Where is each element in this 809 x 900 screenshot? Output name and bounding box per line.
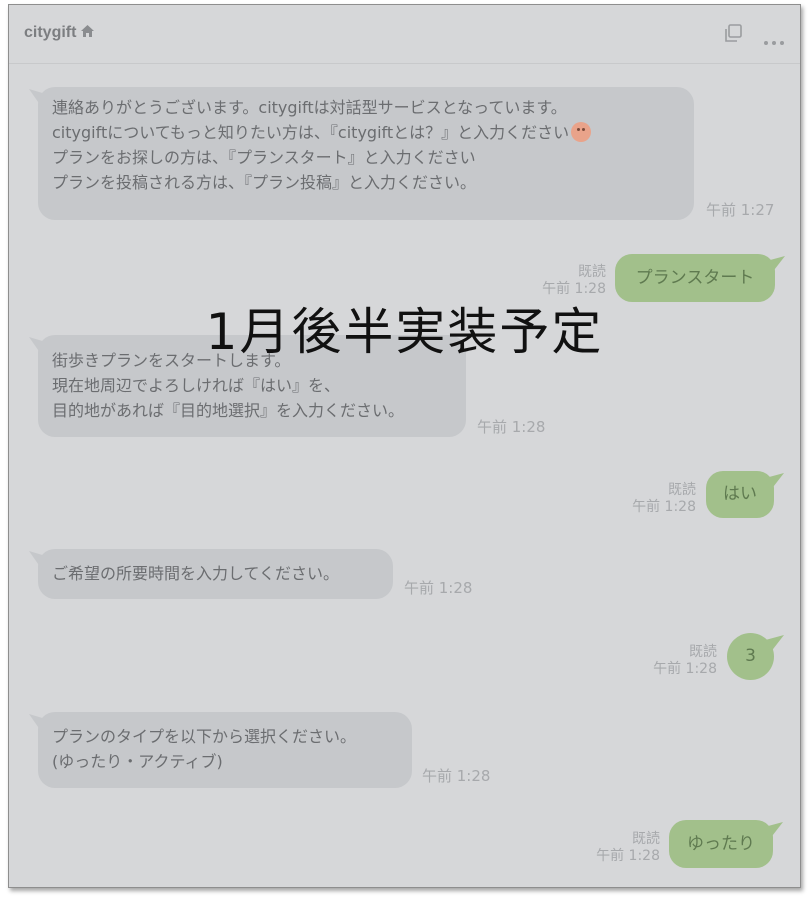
message-meta: 既読 午前 1:28 <box>596 831 660 865</box>
user-message: 3 <box>727 633 774 680</box>
message-meta: 既読 午前 1:28 <box>632 482 696 516</box>
read-receipt: 既読 <box>632 831 660 847</box>
chat-title-text: citygift <box>24 24 77 41</box>
message-line: citygiftについてもっと知りたい方は、『citygiftとは？』と入力くだ… <box>52 120 680 145</box>
message-time: 午前 1:28 <box>404 579 473 597</box>
overlay-notice: 1月後半実装予定 <box>205 303 604 361</box>
message-meta: 既読 午前 1:28 <box>653 644 717 678</box>
more-icon[interactable] <box>763 31 785 50</box>
bot-message: ご希望の所要時間を入力してください。 <box>38 549 393 599</box>
message-line: 目的地があれば『目的地選択』を入力ください。 <box>52 401 405 420</box>
copy-icon[interactable] <box>723 23 743 47</box>
user-message: ゆったり <box>669 820 773 868</box>
message-line: 連絡ありがとうございます。citygiftは対話型サービスとなっています。 <box>52 98 567 117</box>
message-line: プランをお探しの方は、『プランスタート』と入力ください <box>52 148 476 167</box>
message-line: 現在地周辺でよろしければ『はい』を、 <box>52 376 341 395</box>
user-message: はい <box>706 471 774 518</box>
message-time: 午前 1:28 <box>596 848 660 864</box>
smiling-face-emoji-icon <box>571 122 592 142</box>
message-line: プランを投稿される方は、『プラン投稿』と入力ください。 <box>52 173 477 192</box>
message-time: 午前 1:28 <box>477 418 546 436</box>
message-line: プランのタイプを以下から選択ください。 <box>52 727 357 746</box>
read-receipt: 既読 <box>689 644 717 660</box>
message-time: 午前 1:28 <box>632 499 696 515</box>
read-receipt: 既読 <box>668 482 696 498</box>
message-line: ご希望の所要時間を入力してください。 <box>52 564 340 583</box>
message-line: (ゆったり・アクティブ) <box>52 752 223 771</box>
chat-title[interactable]: citygift <box>24 24 95 43</box>
home-icon[interactable] <box>80 24 95 43</box>
bot-message: プランのタイプを以下から選択ください。 (ゆったり・アクティブ) <box>38 712 412 788</box>
chat-window: citygift 連絡ありがとうございます。citygiftは対話型サービスとな… <box>8 4 801 888</box>
message-time: 午前 1:28 <box>422 767 491 785</box>
message-time: 午前 1:28 <box>653 661 717 677</box>
read-receipt: 既読 <box>578 264 606 280</box>
bot-message: 連絡ありがとうございます。citygiftは対話型サービスとなっています。 ci… <box>38 87 694 220</box>
message-time: 午前 1:27 <box>706 201 775 219</box>
chat-header: citygift <box>9 5 800 64</box>
